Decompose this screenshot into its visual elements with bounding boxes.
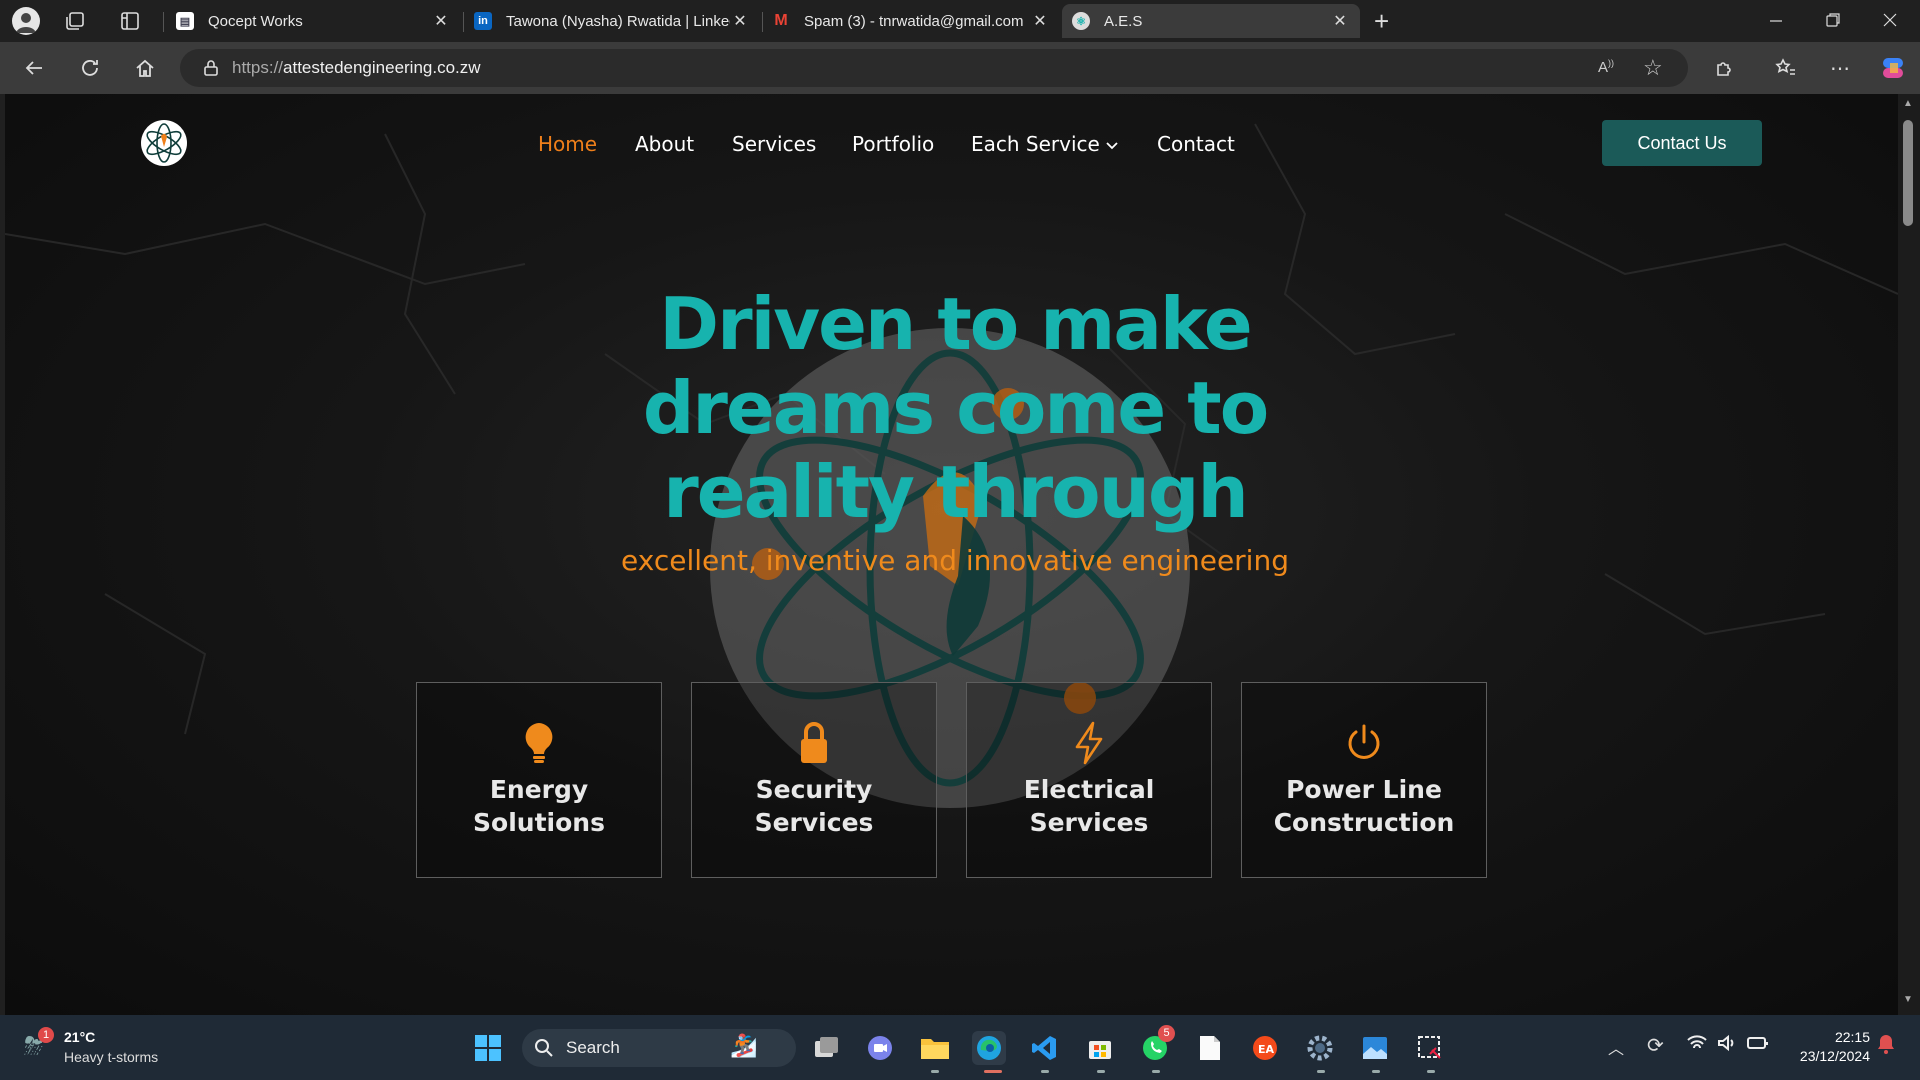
read-aloud-icon[interactable]: A)) bbox=[1598, 58, 1614, 76]
wifi-icon[interactable] bbox=[1686, 1033, 1708, 1058]
lightbulb-icon bbox=[521, 721, 557, 765]
search-placeholder: Search bbox=[566, 1038, 620, 1057]
hero-title: Driven to make dreams come to reality th… bbox=[642, 282, 1269, 534]
whatsapp-badge: 5 bbox=[1158, 1025, 1175, 1042]
aes-favicon-icon: ⚛ bbox=[1072, 12, 1090, 30]
nav-about[interactable]: About bbox=[635, 132, 694, 156]
snipping-tool-icon[interactable] bbox=[1413, 1031, 1447, 1065]
browser-toolbar: https://attestedengineering.co.zw A)) ☆ … bbox=[0, 42, 1920, 94]
notepad-icon[interactable] bbox=[1193, 1031, 1227, 1065]
service-card-security[interactable]: Security Services bbox=[691, 682, 937, 878]
nav-each-service[interactable]: Each Service bbox=[971, 132, 1100, 156]
home-icon[interactable] bbox=[133, 56, 157, 80]
edge-browser-icon[interactable] bbox=[972, 1031, 1006, 1065]
nav-portfolio[interactable]: Portfolio bbox=[852, 132, 934, 156]
site-logo[interactable] bbox=[141, 120, 187, 166]
svg-text:EA: EA bbox=[1258, 1043, 1275, 1056]
scroll-down-arrow-icon[interactable]: ▼ bbox=[1903, 994, 1913, 1005]
show-hidden-icons-chevron-icon[interactable]: ︿ bbox=[1608, 1035, 1624, 1059]
linkedin-favicon-icon: in bbox=[474, 12, 492, 30]
scroll-up-arrow-icon[interactable]: ▲ bbox=[1903, 98, 1913, 109]
favorite-star-icon[interactable]: ☆ bbox=[1643, 55, 1663, 81]
copilot-icon[interactable] bbox=[1880, 56, 1904, 80]
service-label: Electrical Services bbox=[1023, 775, 1155, 837]
website-viewport: Home About Services Portfolio Each Servi… bbox=[5, 94, 1898, 1015]
notification-bell-icon[interactable] bbox=[1876, 1033, 1896, 1060]
windows-taskbar: ⛈ 1 21°C Heavy t-storms Search 🏂 5 EA ︿ … bbox=[0, 1015, 1920, 1080]
clock-date: 23/12/2024 bbox=[1799, 1048, 1870, 1064]
service-card-power-line[interactable]: Power Line Construction bbox=[1241, 682, 1487, 878]
gmail-favicon-icon: M bbox=[774, 12, 788, 29]
vscode-icon[interactable] bbox=[1027, 1031, 1061, 1065]
task-view-icon[interactable] bbox=[809, 1031, 843, 1065]
vertical-tabs-icon[interactable] bbox=[119, 10, 141, 32]
extensions-icon[interactable] bbox=[1712, 56, 1736, 80]
service-card-electrical[interactable]: Electrical Services bbox=[966, 682, 1212, 878]
nav-contact[interactable]: Contact bbox=[1157, 132, 1235, 156]
scrollbar-thumb[interactable] bbox=[1903, 120, 1913, 226]
page-scrollbar[interactable]: ▲ ▼ bbox=[1898, 94, 1920, 1015]
lightning-icon bbox=[1073, 721, 1105, 765]
address-bar[interactable]: https://attestedengineering.co.zw A)) ☆ bbox=[180, 49, 1688, 87]
power-icon bbox=[1345, 721, 1383, 765]
close-window-icon[interactable] bbox=[1880, 10, 1900, 30]
settings-gear-icon[interactable] bbox=[1303, 1031, 1337, 1065]
browser-tab-strip: ▤ Qocept Works ✕ in Tawona (Nyasha) Rwat… bbox=[0, 0, 1920, 42]
new-tab-icon[interactable]: + bbox=[1374, 6, 1389, 37]
search-icon bbox=[534, 1038, 554, 1058]
weather-alert-badge: 1 bbox=[38, 1027, 54, 1043]
restore-icon[interactable] bbox=[1823, 10, 1843, 30]
refresh-icon[interactable] bbox=[78, 56, 102, 80]
tab-gmail[interactable]: M Spam (3) - tnrwatida@gmail.com ✕ bbox=[762, 4, 1060, 38]
workspaces-icon[interactable] bbox=[64, 10, 86, 32]
microsoft-store-icon[interactable] bbox=[1083, 1031, 1117, 1065]
profile-avatar[interactable] bbox=[12, 7, 40, 35]
service-label: Security Services bbox=[754, 775, 874, 837]
battery-icon[interactable] bbox=[1746, 1034, 1770, 1057]
hero-subtitle: excellent, inventive and innovative engi… bbox=[621, 544, 1289, 577]
minimize-icon[interactable] bbox=[1766, 10, 1786, 30]
photos-icon[interactable] bbox=[1358, 1031, 1392, 1065]
sync-icon[interactable]: ⟳ bbox=[1647, 1033, 1664, 1058]
system-clock[interactable]: 22:15 23/12/2024 bbox=[1780, 1029, 1870, 1064]
more-options-icon[interactable]: ⋯ bbox=[1828, 56, 1852, 80]
close-tab-icon[interactable]: ✕ bbox=[1330, 11, 1350, 31]
file-explorer-icon[interactable] bbox=[918, 1031, 952, 1065]
tab-title: Spam (3) - tnrwatida@gmail.com bbox=[804, 12, 1024, 30]
search-highlight-icon: 🏂 bbox=[730, 1033, 758, 1058]
back-icon[interactable] bbox=[22, 56, 46, 80]
nav-home[interactable]: Home bbox=[538, 132, 597, 156]
contact-us-button[interactable]: Contact Us bbox=[1602, 120, 1762, 166]
taskbar-search-box[interactable]: Search 🏂 bbox=[522, 1029, 796, 1067]
teams-meet-icon[interactable] bbox=[863, 1031, 897, 1065]
doc-favicon-icon: ▤ bbox=[176, 12, 194, 30]
tab-title: Tawona (Nyasha) Rwatida | LinkedIn bbox=[506, 12, 730, 30]
service-label: Power Line Construction bbox=[1273, 775, 1455, 837]
weather-desc: Heavy t-storms bbox=[64, 1049, 159, 1065]
tab-qocept-works[interactable]: ▤ Qocept Works ✕ bbox=[166, 4, 461, 38]
favorites-icon[interactable] bbox=[1773, 56, 1797, 80]
chevron-down-icon[interactable] bbox=[1105, 138, 1119, 157]
service-card-energy[interactable]: Energy Solutions bbox=[416, 682, 662, 878]
tab-linkedin[interactable]: in Tawona (Nyasha) Rwatida | LinkedIn ✕ bbox=[464, 4, 760, 38]
ea-app-icon[interactable]: EA bbox=[1248, 1031, 1282, 1065]
whatsapp-icon[interactable]: 5 bbox=[1138, 1025, 1175, 1065]
close-tab-icon[interactable]: ✕ bbox=[730, 11, 750, 31]
close-tab-icon[interactable]: ✕ bbox=[431, 11, 451, 31]
start-icon[interactable] bbox=[471, 1031, 505, 1065]
clock-time: 22:15 bbox=[1834, 1029, 1870, 1045]
weather-temp: 21°C bbox=[64, 1029, 96, 1045]
weather-widget[interactable]: ⛈ 1 21°C Heavy t-storms bbox=[20, 1027, 190, 1069]
nav-services[interactable]: Services bbox=[732, 132, 816, 156]
tab-aes[interactable]: ⚛ A.E.S ✕ bbox=[1062, 4, 1360, 38]
lock-icon bbox=[799, 721, 829, 765]
url-text: https://attestedengineering.co.zw bbox=[232, 58, 481, 77]
tab-title: A.E.S bbox=[1104, 12, 1143, 30]
service-label: Energy Solutions bbox=[473, 775, 605, 837]
lock-icon[interactable] bbox=[202, 59, 220, 77]
volume-icon[interactable] bbox=[1716, 1033, 1738, 1058]
close-tab-icon[interactable]: ✕ bbox=[1030, 11, 1050, 31]
tab-title: Qocept Works bbox=[208, 12, 303, 30]
